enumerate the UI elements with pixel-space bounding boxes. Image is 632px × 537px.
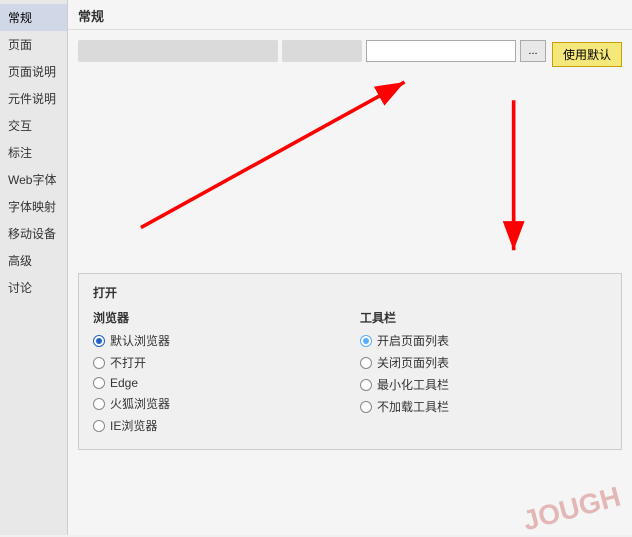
radio-no-open-circle[interactable] [93, 357, 105, 369]
sidebar-item-fontmap[interactable]: 字体映射 [0, 193, 67, 220]
empty-area [78, 73, 622, 273]
sidebar-item-discussion[interactable]: 讨论 [0, 274, 67, 301]
radio-firefox[interactable]: 火狐浏览器 [93, 395, 340, 412]
radio-ie[interactable]: IE浏览器 [93, 417, 340, 434]
use-default-button[interactable]: 使用默认 [552, 42, 622, 67]
path-input[interactable] [366, 40, 516, 62]
radio-close-pagelist[interactable]: 关闭页面列表 [360, 354, 607, 371]
arrows-overlay [78, 73, 622, 273]
watermark: JOUGH [520, 481, 624, 537]
radio-no-toolbar[interactable]: 不加载工具栏 [360, 398, 607, 415]
browse-button[interactable]: ... [520, 40, 546, 62]
radio-ie-label: IE浏览器 [110, 417, 157, 434]
radio-edge-circle[interactable] [93, 377, 105, 389]
content-area: ... 使用默认 [68, 30, 632, 535]
radio-open-pagelist-circle[interactable] [360, 335, 372, 347]
radio-no-open-label: 不打开 [110, 354, 146, 371]
browser-column-title: 浏览器 [93, 309, 340, 326]
blur-image-1 [78, 40, 278, 62]
radio-close-pagelist-circle[interactable] [360, 357, 372, 369]
sidebar-item-mobile[interactable]: 移动设备 [0, 220, 67, 247]
bottom-section-title: 打开 [93, 284, 607, 301]
radio-firefox-label: 火狐浏览器 [110, 395, 170, 412]
toolbar-column: 工具栏 开启页面列表 关闭页面列表 最小化工具栏 [360, 309, 607, 439]
radio-edge[interactable]: Edge [93, 376, 340, 390]
main-content: 常规 ... 使用默认 [68, 0, 632, 535]
radio-no-toolbar-circle[interactable] [360, 401, 372, 413]
main-title: 常规 [68, 0, 632, 30]
top-inputs: ... [78, 40, 546, 62]
sidebar-item-general[interactable]: 常规 [0, 4, 67, 31]
radio-ie-circle[interactable] [93, 420, 105, 432]
radio-default-browser-circle[interactable] [93, 335, 105, 347]
sidebar-item-element-desc[interactable]: 元件说明 [0, 85, 67, 112]
blur-image-2 [282, 40, 362, 62]
toolbar-column-title: 工具栏 [360, 309, 607, 326]
sidebar-item-annotation[interactable]: 标注 [0, 139, 67, 166]
top-row: ... 使用默认 [78, 40, 622, 67]
radio-edge-label: Edge [110, 376, 138, 390]
radio-close-pagelist-label: 关闭页面列表 [377, 354, 449, 371]
radio-no-open[interactable]: 不打开 [93, 354, 340, 371]
sidebar-item-interaction[interactable]: 交互 [0, 112, 67, 139]
radio-minimize-toolbar-circle[interactable] [360, 379, 372, 391]
radio-open-pagelist-label: 开启页面列表 [377, 332, 449, 349]
sidebar: 常规 页面 页面说明 元件说明 交互 标注 Web字体 字体映射 移动设备 高级… [0, 0, 68, 535]
radio-default-browser-label: 默认浏览器 [110, 332, 170, 349]
sidebar-item-webfont[interactable]: Web字体 [0, 166, 67, 193]
radio-open-pagelist[interactable]: 开启页面列表 [360, 332, 607, 349]
radio-no-toolbar-label: 不加载工具栏 [377, 398, 449, 415]
radio-minimize-toolbar[interactable]: 最小化工具栏 [360, 376, 607, 393]
sidebar-item-advanced[interactable]: 高级 [0, 247, 67, 274]
sidebar-item-page-desc[interactable]: 页面说明 [0, 58, 67, 85]
columns: 浏览器 默认浏览器 不打开 Edge [93, 309, 607, 439]
sidebar-item-page[interactable]: 页面 [0, 31, 67, 58]
bottom-section: 打开 浏览器 默认浏览器 不打开 [78, 273, 622, 450]
browser-column: 浏览器 默认浏览器 不打开 Edge [93, 309, 340, 439]
radio-minimize-toolbar-label: 最小化工具栏 [377, 376, 449, 393]
radio-firefox-circle[interactable] [93, 398, 105, 410]
radio-default-browser[interactable]: 默认浏览器 [93, 332, 340, 349]
